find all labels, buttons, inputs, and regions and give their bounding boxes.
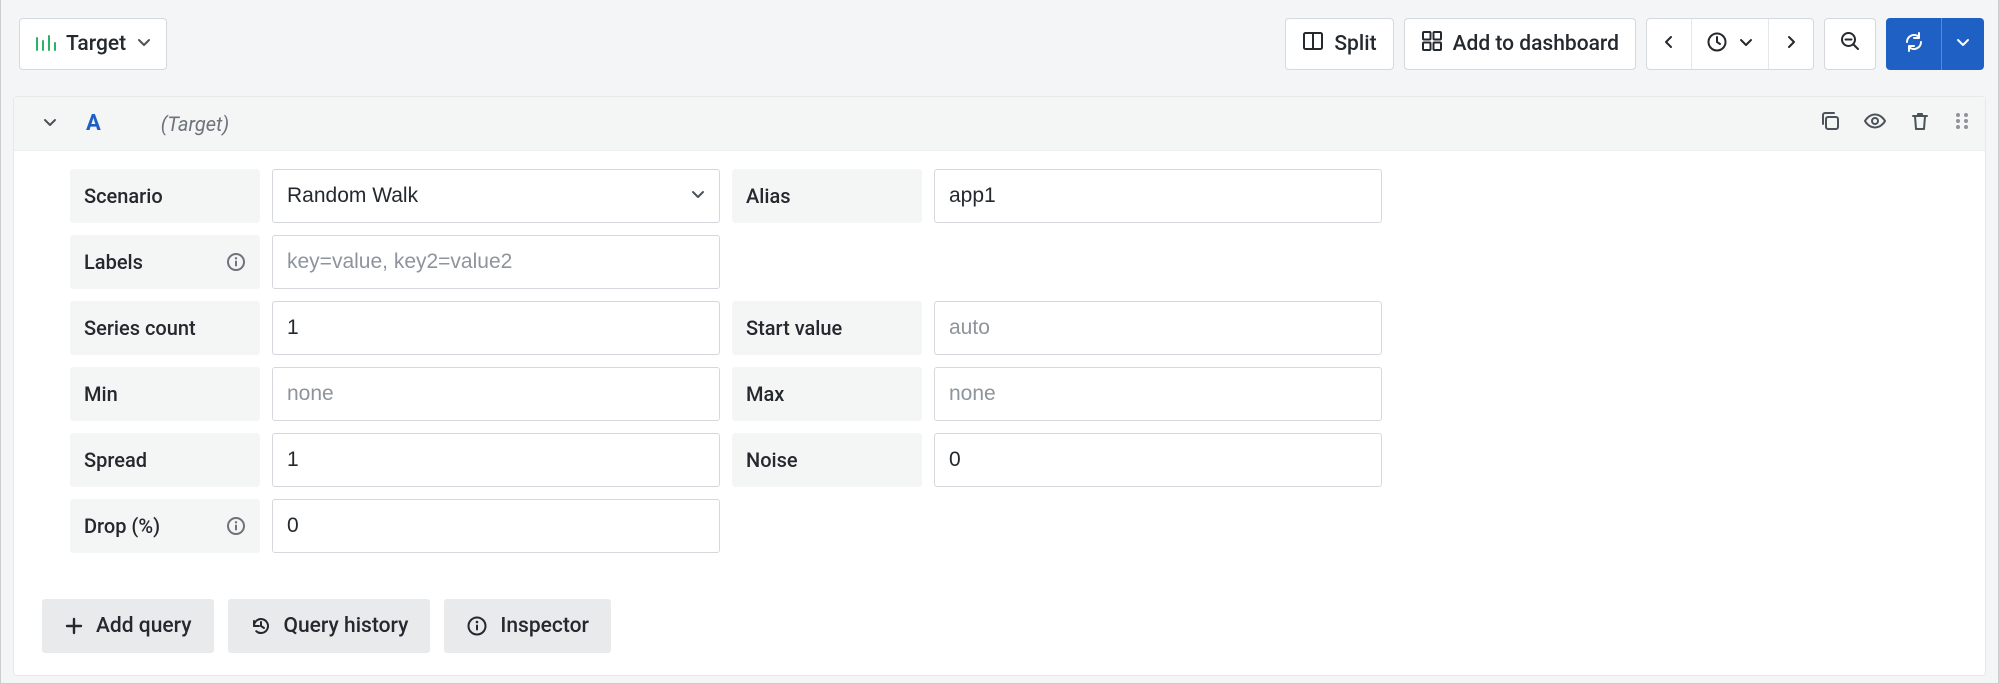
label-text: Series count [84, 316, 196, 340]
query-body: Scenario Alias Labels [14, 151, 1985, 577]
eye-icon [1863, 110, 1887, 137]
add-query-button[interactable]: Add query [42, 599, 214, 653]
max-input[interactable] [934, 367, 1382, 421]
noise-label: Noise [732, 433, 922, 487]
collapse-toggle[interactable] [42, 113, 58, 135]
split-label: Split [1334, 32, 1376, 56]
dashboard-grid-icon [1421, 30, 1443, 58]
label-text: Spread [84, 448, 147, 472]
label-text: Max [746, 382, 784, 406]
alias-label: Alias [732, 169, 922, 223]
query-ref-id[interactable]: A [86, 111, 101, 136]
scenario-select[interactable] [272, 169, 720, 223]
label-text: Drop (%) [84, 514, 160, 538]
max-label: Max [732, 367, 922, 421]
panel-split-icon [1302, 30, 1324, 58]
refresh-button[interactable] [1886, 18, 1942, 70]
min-label: Min [70, 367, 260, 421]
drop-label: Drop (%) [70, 499, 260, 553]
drop-input[interactable] [272, 499, 720, 553]
label-text: Labels [84, 250, 143, 274]
drag-handle[interactable] [1953, 110, 1971, 137]
toggle-visibility-button[interactable] [1863, 110, 1887, 137]
refresh-interval-picker[interactable] [1942, 18, 1984, 70]
query-history-label: Query history [284, 614, 409, 638]
labels-label: Labels [70, 235, 260, 289]
start-value-label: Start value [732, 301, 922, 355]
label-text: Min [84, 382, 118, 406]
chevron-down-icon [136, 32, 152, 56]
plus-icon [64, 616, 84, 636]
chevron-down-icon [42, 113, 58, 135]
add-to-dashboard-button[interactable]: Add to dashboard [1404, 18, 1636, 70]
label-text: Scenario [84, 184, 163, 208]
min-input[interactable] [272, 367, 720, 421]
datasource-picker[interactable]: Target [19, 18, 167, 70]
duplicate-query-button[interactable] [1819, 110, 1841, 137]
info-icon [466, 615, 488, 637]
query-panel: A (Target) [13, 96, 1986, 676]
query-target-label: (Target) [161, 112, 229, 136]
noise-input[interactable] [934, 433, 1382, 487]
series-count-input[interactable] [272, 301, 720, 355]
refresh-icon [1903, 31, 1925, 58]
inspector-label: Inspector [500, 614, 589, 638]
chevron-right-icon [1783, 33, 1799, 55]
label-text: Noise [746, 448, 798, 472]
zoom-out-button[interactable] [1824, 18, 1876, 70]
datasource-name: Target [66, 32, 126, 56]
inspector-button[interactable]: Inspector [444, 599, 611, 653]
alias-input[interactable] [934, 169, 1382, 223]
info-icon[interactable] [226, 516, 246, 536]
query-actions-row: Add query Query history Inspector [14, 577, 1985, 675]
chevron-down-icon [1955, 33, 1971, 55]
label-text: Start value [746, 316, 842, 340]
refresh-group [1886, 18, 1984, 70]
delete-query-button[interactable] [1909, 110, 1931, 137]
clock-icon [1706, 31, 1728, 58]
chevron-down-icon [1738, 33, 1754, 55]
time-range-picker[interactable] [1691, 19, 1768, 69]
top-toolbar: Target Split Add to dashboard [1, 0, 1998, 88]
spread-input[interactable] [272, 433, 720, 487]
split-button[interactable]: Split [1285, 18, 1393, 70]
start-value-input[interactable] [934, 301, 1382, 355]
spread-label: Spread [70, 433, 260, 487]
trash-icon [1909, 110, 1931, 137]
query-header-actions [1819, 110, 1971, 137]
info-icon[interactable] [226, 252, 246, 272]
query-header: A (Target) [14, 97, 1985, 151]
time-range-back-button[interactable] [1647, 19, 1691, 69]
history-icon [250, 615, 272, 637]
zoom-out-icon [1839, 30, 1861, 58]
copy-icon [1819, 110, 1841, 137]
series-count-label: Series count [70, 301, 260, 355]
time-range-group [1646, 18, 1814, 70]
query-history-button[interactable]: Query history [228, 599, 431, 653]
chevron-left-icon [1661, 33, 1677, 55]
datasource-icon [34, 35, 56, 53]
time-range-forward-button[interactable] [1768, 19, 1813, 69]
drag-grip-icon [1953, 110, 1971, 137]
add-query-label: Add query [96, 614, 192, 638]
labels-input[interactable] [272, 235, 720, 289]
scenario-label: Scenario [70, 169, 260, 223]
add-to-dashboard-label: Add to dashboard [1453, 32, 1619, 56]
label-text: Alias [746, 184, 791, 208]
